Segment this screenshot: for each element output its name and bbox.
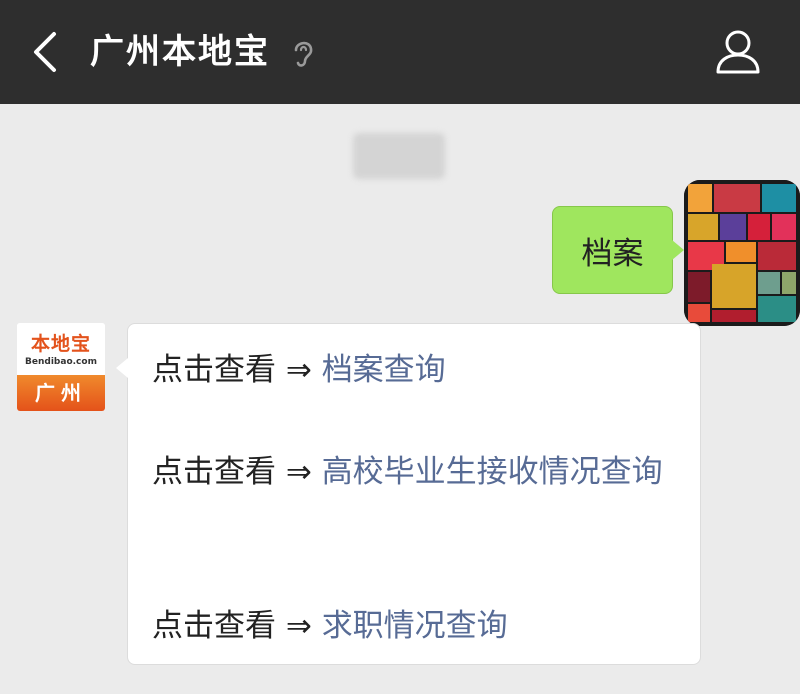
- bot-domain-text: Bendibao.com: [25, 357, 97, 367]
- reply-line: 点击查看 ⇒ 求职情况查询: [152, 600, 682, 652]
- bot-avatar[interactable]: 本地宝 Bendibao.com 广州: [17, 323, 105, 411]
- chevron-left-icon: [34, 32, 56, 72]
- received-message-bubble: 点击查看 ⇒ 档案查询 点击查看 ⇒ 高校毕业生接收情况查询 点击查看 ⇒ 求职…: [116, 323, 701, 665]
- bot-avatar-logo: 本地宝 Bendibao.com: [17, 323, 105, 375]
- chat-title: 广州本地宝: [90, 32, 270, 72]
- user-avatar[interactable]: [684, 180, 800, 326]
- timestamp-badge: [353, 133, 445, 179]
- back-button[interactable]: [22, 22, 72, 82]
- chat-info-button[interactable]: [708, 22, 768, 82]
- graduate-reception-query-link[interactable]: 高校毕业生接收情况查询: [322, 454, 663, 490]
- sent-message-text: 档案: [581, 235, 644, 272]
- reply-prefix: 点击查看 ⇒: [152, 352, 322, 388]
- bot-city-label: 广州: [17, 375, 105, 411]
- reply-line: 点击查看 ⇒ 高校毕业生接收情况查询: [152, 446, 682, 498]
- reply-line: 点击查看 ⇒ 档案查询: [152, 344, 682, 396]
- title-bar: 广州本地宝: [0, 0, 800, 104]
- job-search-query-link[interactable]: 求职情况查询: [322, 608, 508, 644]
- person-icon: [716, 30, 760, 74]
- reply-prefix: 点击查看 ⇒: [152, 454, 322, 490]
- sent-message-bubble[interactable]: 档案: [552, 206, 684, 294]
- archive-query-link[interactable]: 档案查询: [322, 352, 446, 388]
- ear-icon: [294, 41, 313, 67]
- bot-brand-text: 本地宝: [30, 333, 91, 355]
- reply-prefix: 点击查看 ⇒: [152, 608, 322, 644]
- user-avatar-image: [684, 180, 800, 326]
